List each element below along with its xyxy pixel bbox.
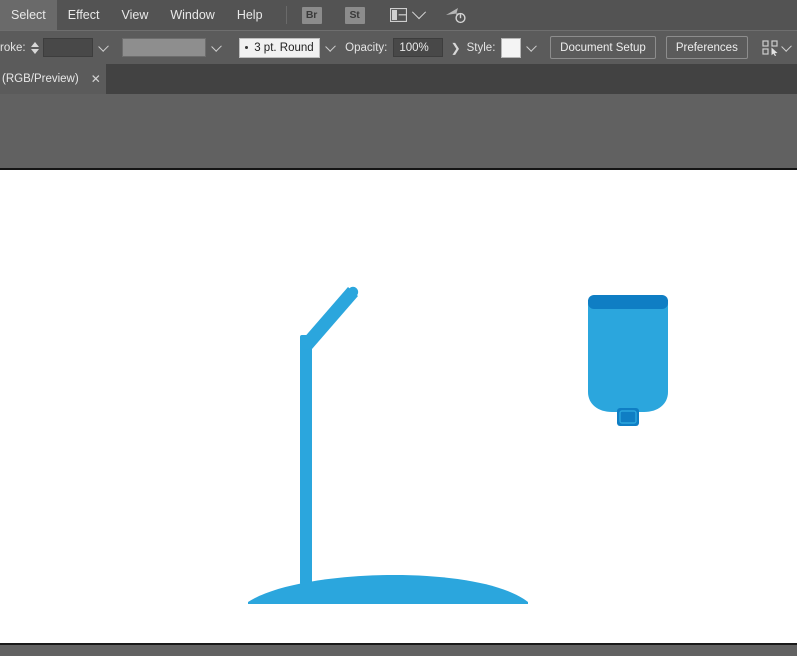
chevron-down-icon[interactable] <box>411 0 426 30</box>
brush-definition-label: 3 pt. Round <box>254 41 314 54</box>
document-tab-label: (RGB/Preview) <box>2 73 79 85</box>
lamp-arm-shape <box>302 287 358 349</box>
stroke-profile-chevron-down-icon[interactable] <box>210 40 222 52</box>
style-label: Style: <box>466 41 496 54</box>
stroke-weight-input[interactable] <box>43 38 93 57</box>
lamp-arm-tip-cap <box>347 286 359 298</box>
menu-divider <box>285 6 287 24</box>
menu-item-help[interactable]: Help <box>226 0 274 30</box>
arrange-documents-icon[interactable] <box>389 0 407 30</box>
menu-item-effect[interactable]: Effect <box>57 0 111 30</box>
brush-definition-chevron-down-icon[interactable] <box>325 40 336 52</box>
lamp-base-shape <box>248 574 528 604</box>
opacity-expand-icon[interactable]: ❯ <box>451 41 461 55</box>
workspace-gutter <box>0 94 797 170</box>
brush-definition-selector[interactable]: 3 pt. Round <box>238 37 321 58</box>
artwork-svg <box>248 286 668 604</box>
stroke-weight-stepper[interactable] <box>31 38 41 58</box>
floor-lamp-shape <box>248 286 528 604</box>
bridge-icon[interactable]: Br <box>301 6 322 24</box>
select-similar-objects-icon[interactable] <box>762 37 781 59</box>
style-chevron-down-icon[interactable] <box>526 40 537 52</box>
stock-icon[interactable]: St <box>344 6 365 24</box>
select-similar-chevron-down-icon[interactable] <box>781 40 792 52</box>
opacity-input[interactable]: 100% <box>393 38 443 57</box>
control-options-bar: roke: 3 pt. Round Opacity: 100% ❯ Style:… <box>0 30 797 64</box>
container-shape <box>588 295 668 426</box>
illustrator-window: Select Effect View Window Help Br St rok… <box>0 0 797 656</box>
opacity-label: Opacity: <box>345 41 388 54</box>
document-tab-bar: (RGB/Preview) ✕ <box>0 64 797 94</box>
close-icon[interactable]: ✕ <box>91 73 101 85</box>
stroke-weight-chevron-down-icon[interactable] <box>97 40 109 52</box>
stepper-down-arrow[interactable] <box>31 48 40 54</box>
lamp-elbow-cap <box>300 338 312 350</box>
container-lid-shape <box>588 295 668 309</box>
artboard-canvas[interactable] <box>0 170 797 643</box>
menu-item-window[interactable]: Window <box>159 0 225 30</box>
stepper-up-arrow[interactable] <box>31 41 40 47</box>
stroke-label: roke: <box>0 41 26 54</box>
document-tab[interactable]: (RGB/Preview) ✕ <box>0 64 106 94</box>
brush-dot-icon <box>245 46 249 49</box>
status-bar <box>0 643 797 656</box>
style-swatch[interactable] <box>501 37 521 58</box>
stroke-profile-input[interactable] <box>121 38 206 57</box>
workspace-switcher-icon[interactable] <box>444 0 466 30</box>
preferences-button[interactable]: Preferences <box>665 36 748 59</box>
document-setup-button[interactable]: Document Setup <box>550 36 656 59</box>
menu-bar: Select Effect View Window Help Br St <box>0 0 797 30</box>
menu-item-view[interactable]: View <box>110 0 159 30</box>
container-body-shape <box>588 300 668 412</box>
lamp-post-shape <box>300 335 312 585</box>
menu-item-select[interactable]: Select <box>0 0 57 30</box>
